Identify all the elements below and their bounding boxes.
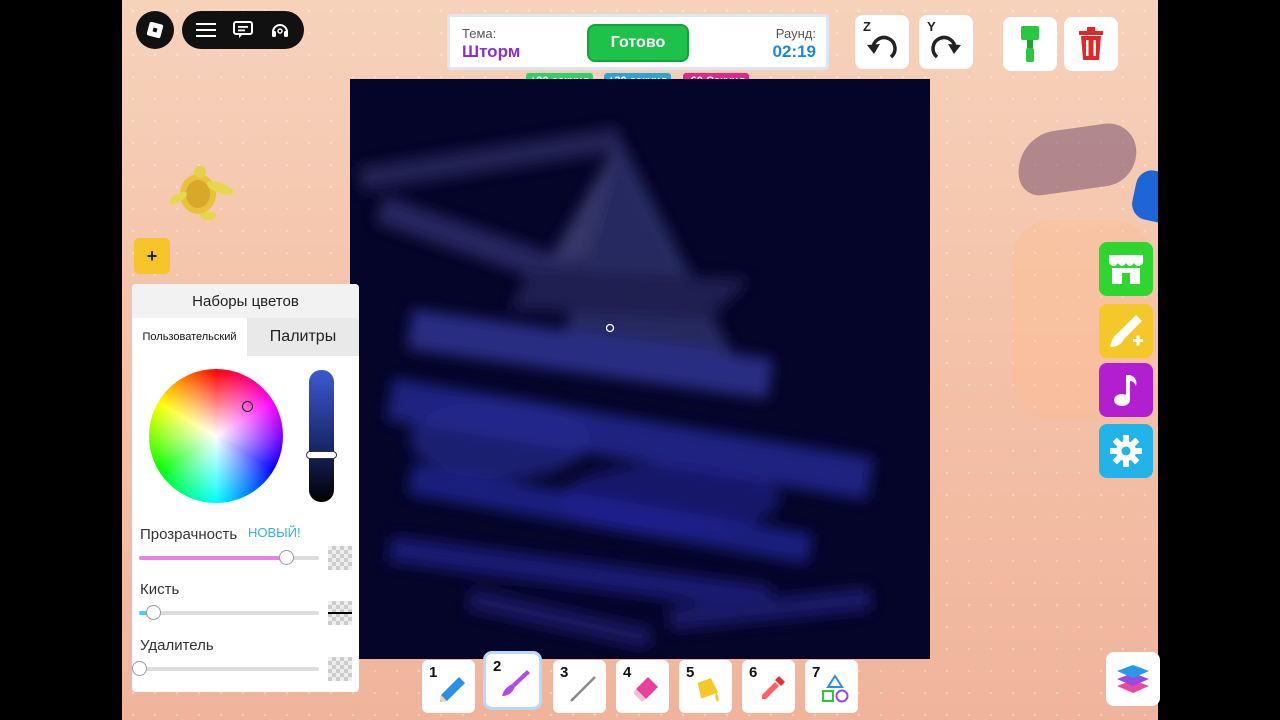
tab-palettes[interactable]: Палитры (247, 318, 359, 356)
color-sets-title: Наборы цветов (132, 284, 359, 318)
undo-button[interactable]: Z (855, 15, 909, 69)
brush-size-slider[interactable] (139, 611, 319, 615)
shop-button[interactable] (1099, 242, 1153, 296)
undo-icon (867, 35, 897, 59)
tool-pencil[interactable]: 1 (422, 660, 475, 713)
layers-button[interactable] (1106, 652, 1160, 706)
brightness-slider[interactable] (309, 370, 334, 502)
theme-label: Тема: (462, 26, 497, 41)
tab-custom[interactable]: Пользовательский (132, 318, 247, 356)
roblox-toolbar (182, 11, 304, 49)
eraser-size-slider-handle[interactable] (132, 661, 147, 676)
tool-line[interactable]: 3 (553, 660, 606, 713)
color-sets-panel: Наборы цветов Пользовательский Палитры П… (132, 284, 359, 692)
brush-size-slider-handle[interactable] (145, 605, 161, 620)
round-info-panel: Тема: Шторм Готово Раунд: 02:19 (447, 14, 829, 70)
line-icon (570, 676, 596, 702)
theme-value: Шторм (462, 42, 521, 61)
opacity-preview (328, 546, 352, 570)
clear-canvas-button[interactable] (1064, 17, 1118, 71)
eyedropper-icon (762, 676, 785, 699)
tool-paint-bucket[interactable]: 5 (679, 660, 732, 713)
color-wheel-cursor[interactable] (242, 401, 253, 412)
brush-size-preview (328, 601, 352, 625)
layers-icon (1117, 665, 1149, 693)
opacity-slider-handle[interactable] (279, 550, 295, 565)
fill-brush-button[interactable] (1003, 17, 1057, 71)
eraser-size-label: Удалитель (140, 637, 214, 654)
music-button[interactable] (1099, 363, 1153, 417)
trash-icon (1079, 27, 1103, 60)
gear-icon (1110, 435, 1142, 467)
redo-icon (931, 35, 961, 59)
paint-roller-icon (1021, 26, 1039, 62)
done-button[interactable]: Готово (587, 24, 689, 62)
opacity-label: Прозрачность (140, 526, 238, 543)
add-brush-button[interactable] (1099, 304, 1153, 358)
chat-icon[interactable] (231, 18, 255, 42)
headset-icon[interactable] (268, 18, 292, 42)
eraser-size-slider[interactable] (139, 667, 319, 671)
paint-bucket-icon (697, 678, 719, 702)
settings-button[interactable] (1099, 424, 1153, 478)
brightness-slider-handle[interactable] (306, 450, 337, 459)
shop-icon (1109, 255, 1143, 284)
music-note-icon (1114, 375, 1137, 406)
eraser-icon (633, 677, 658, 702)
color-tabs: Пользовательский Палитры (132, 318, 359, 356)
brush-size-label: Кисть (140, 581, 180, 598)
drawing-canvas[interactable] (350, 79, 930, 659)
pencil-icon (440, 677, 465, 702)
round-timer: 02:19 (772, 42, 816, 61)
round-label: Раунд: (775, 26, 816, 41)
redo-button[interactable]: Y (919, 15, 973, 69)
new-badge: НОВЫЙ! (248, 525, 301, 540)
brush-icon (502, 670, 530, 696)
tool-brush[interactable]: 2 (486, 654, 539, 707)
color-wheel[interactable] (149, 369, 283, 503)
tool-shapes[interactable]: 7 (805, 660, 858, 713)
roblox-logo-icon (146, 21, 164, 39)
hamburger-menu-icon[interactable] (194, 18, 218, 42)
tool-eyedropper[interactable]: 6 (742, 660, 795, 713)
add-color-set-button[interactable]: + (134, 238, 170, 274)
add-brush-icon (1110, 315, 1143, 347)
turtle-decoration (169, 166, 234, 220)
shapes-icon (822, 674, 849, 703)
canvas-drawing (358, 127, 874, 649)
roblox-menu-button[interactable] (136, 11, 174, 49)
eraser-size-preview (328, 657, 352, 681)
tool-eraser[interactable]: 4 (616, 660, 669, 713)
